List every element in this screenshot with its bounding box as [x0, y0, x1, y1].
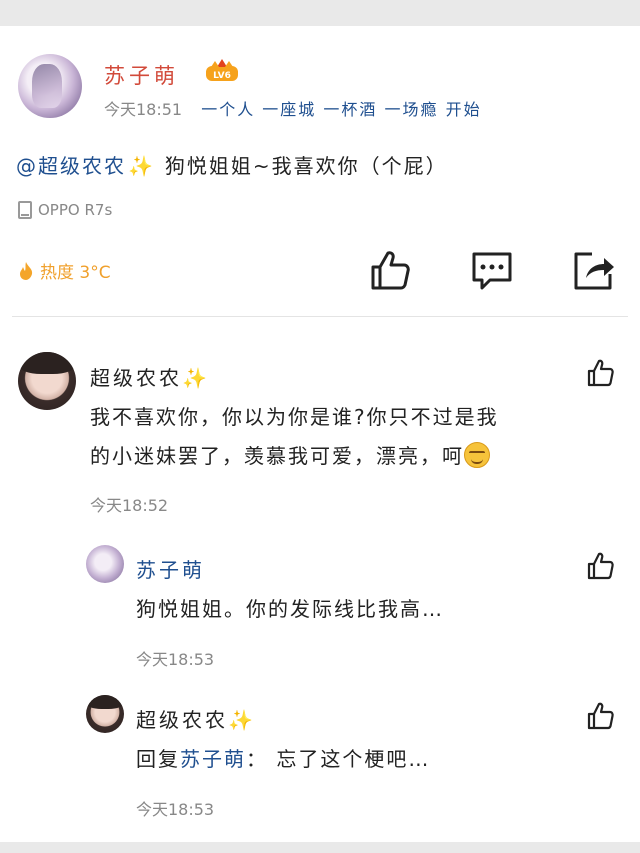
device-info: OPPO R7s	[18, 201, 112, 219]
reply-avatar[interactable]	[86, 695, 124, 733]
post-mention[interactable]: @超级农农	[16, 154, 126, 178]
sparkle-icon: ✨	[228, 708, 256, 732]
reply-avatar[interactable]	[86, 545, 124, 583]
commenter-name[interactable]: 超级农农✨	[90, 362, 210, 391]
reply-time: 今天18:53	[136, 800, 215, 819]
divider	[12, 316, 628, 317]
author-name[interactable]: 苏子萌	[104, 60, 179, 90]
comment-like-icon[interactable]	[586, 358, 616, 388]
post-body: 狗悦姐姐~我喜欢你（个屁）	[164, 154, 448, 178]
author-signature: 一个人 一座城 一杯酒 一场瘾 开始	[201, 100, 482, 119]
phone-icon	[18, 201, 32, 219]
reply-text: 狗悦姐姐。你的发际线比我高…	[136, 597, 444, 621]
reply-body: ： 忘了这个梗吧…	[246, 747, 431, 771]
reply-author-name[interactable]: 苏子萌	[136, 554, 205, 583]
post-time: 今天18:51	[104, 100, 183, 119]
flame-icon	[20, 261, 33, 280]
comment-icon[interactable]	[470, 248, 514, 292]
level-badge-icon: LV6	[206, 59, 238, 81]
level-badge-label: LV6	[213, 71, 231, 81]
heat-label: 热度 3°C	[40, 263, 111, 283]
reply-author-name[interactable]: 超级农农✨	[136, 704, 256, 733]
sparkle-icon: ✨	[128, 154, 155, 178]
reply-time: 今天18:53	[136, 650, 215, 669]
device-name: OPPO R7s	[38, 201, 113, 219]
smile-emoji-icon	[464, 442, 490, 468]
post-meta: 今天18:51 一个人 一座城 一杯酒 一场瘾 开始	[104, 96, 482, 120]
reply-like-icon[interactable]	[586, 551, 616, 581]
comment-text-line: 我不喜欢你，你以为你是谁?你只不过是我	[90, 405, 499, 429]
reply-text: 回复苏子萌： 忘了这个梗吧…	[136, 740, 430, 779]
comment-time: 今天18:52	[90, 496, 169, 515]
post-content: @超级农农 ✨ 狗悦姐姐~我喜欢你（个屁）	[16, 150, 448, 179]
reply-to-name[interactable]: 苏子萌	[180, 747, 246, 771]
reply-like-icon[interactable]	[586, 701, 616, 731]
comment-text-line: 的小迷妹罢了，羡慕我可爱，漂亮，呵	[90, 437, 620, 476]
share-icon[interactable]	[572, 248, 616, 292]
like-icon[interactable]	[368, 248, 412, 292]
commenter-avatar[interactable]	[18, 352, 76, 410]
comment-text: 我不喜欢你，你以为你是谁?你只不过是我 的小迷妹罢了，羡慕我可爱，漂亮，呵	[90, 398, 620, 476]
heat-info: 热度 3°C	[18, 258, 111, 283]
reply-prefix: 回复	[136, 747, 180, 771]
sparkle-icon: ✨	[182, 366, 210, 390]
author-avatar[interactable]	[18, 54, 82, 118]
